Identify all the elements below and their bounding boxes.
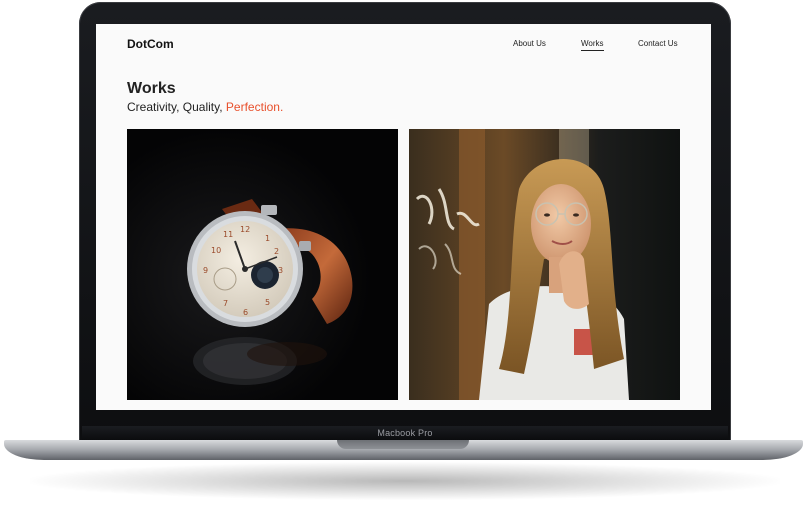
laptop-shadow — [30, 462, 780, 500]
svg-text:10: 10 — [211, 246, 221, 255]
mockup-stage: Macbook Pro DotCom About Us Works Contac… — [0, 0, 807, 509]
tagline: Creativity, Quality, Perfection. — [127, 100, 283, 114]
nav-contact-us[interactable]: Contact Us — [638, 39, 678, 48]
svg-text:7: 7 — [223, 299, 228, 308]
wristwatch-photo: 12 3 6 9 1 2 10 11 7 5 — [127, 129, 398, 400]
gallery-item-watch[interactable]: 12 3 6 9 1 2 10 11 7 5 — [127, 129, 398, 400]
laptop-notch — [337, 440, 469, 449]
svg-text:1: 1 — [265, 234, 270, 243]
tagline-text: Creativity, Quality, — [127, 100, 226, 114]
svg-text:6: 6 — [243, 308, 248, 317]
page-title: Works — [127, 80, 176, 97]
laptop-screen: DotCom About Us Works Contact Us Works C… — [96, 24, 711, 410]
svg-text:3: 3 — [278, 266, 283, 275]
laptop-hinge: Macbook Pro — [82, 426, 728, 440]
svg-text:12: 12 — [240, 225, 250, 234]
nav-label: Works — [581, 39, 604, 48]
svg-text:2: 2 — [274, 247, 279, 256]
svg-text:9: 9 — [203, 266, 208, 275]
active-nav-underline — [581, 50, 604, 51]
device-label: Macbook Pro — [377, 428, 433, 438]
nav-label: Contact Us — [638, 39, 678, 48]
portrait-photo — [409, 129, 680, 400]
svg-text:11: 11 — [223, 230, 233, 239]
nav-label: About Us — [513, 39, 546, 48]
site-logo[interactable]: DotCom — [127, 37, 174, 51]
gallery-item-portrait[interactable] — [409, 129, 680, 400]
tagline-accent: Perfection. — [225, 100, 284, 114]
nav-about-us[interactable]: About Us — [513, 39, 546, 48]
nav-works[interactable]: Works — [581, 39, 604, 51]
svg-text:5: 5 — [265, 298, 270, 307]
